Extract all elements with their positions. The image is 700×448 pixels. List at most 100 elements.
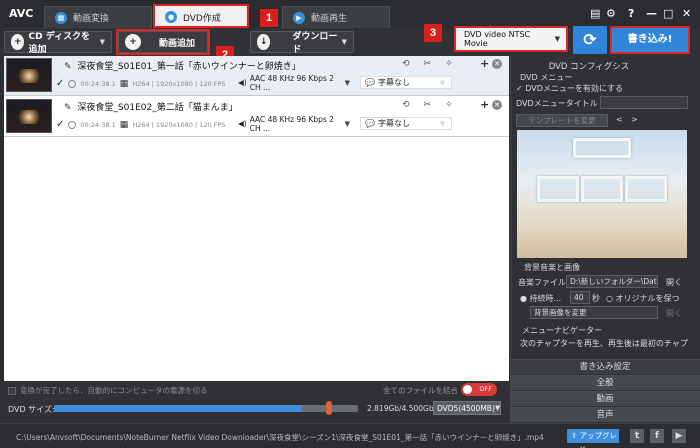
chevron-down-icon: ▼ xyxy=(439,119,445,128)
checkmark-icon: ✓ xyxy=(516,84,526,93)
chevron-down-icon: ▼ xyxy=(439,78,445,87)
pencil-icon[interactable]: ✎ xyxy=(64,103,72,113)
merge-toggle[interactable]: OFF xyxy=(461,383,497,396)
gear-icon[interactable]: ⚙ xyxy=(606,7,616,20)
help-icon[interactable]: ? xyxy=(628,7,634,20)
file-row[interactable]: ✎ 深夜食堂_S01E02_第二話「猫まんま」 ✓ 00:24:38.1 ▦ H… xyxy=(4,97,509,137)
burn-settings-header[interactable]: 書き込み設定 xyxy=(510,359,700,374)
speech-bubble-icon: 💬 xyxy=(365,78,375,87)
change-template-button[interactable]: テンプレートを変更 xyxy=(516,114,608,127)
download-button[interactable]: ↓ ダウンロード ▼ xyxy=(250,31,354,55)
speech-bubble-icon: 💬 xyxy=(365,119,375,128)
tab-convert[interactable]: ▦ 動画変換 xyxy=(44,6,152,28)
chevron-down-icon: ▼ xyxy=(99,38,105,46)
dvd-size-label: DVD サイズ: xyxy=(8,405,55,414)
audio-section[interactable]: 音声 xyxy=(510,407,700,422)
keep-original-option[interactable]: ○ オリジナルを保つ xyxy=(606,293,680,304)
chevron-down-icon: ▼ xyxy=(554,35,560,43)
enable-menu-option[interactable]: ✓ DVDメニューを有効にする xyxy=(516,83,623,94)
video-section[interactable]: 動画 xyxy=(510,391,700,406)
crop-icon[interactable]: ✂ xyxy=(424,59,446,69)
refresh-icon[interactable]: ⟳ xyxy=(573,26,607,54)
youtube-icon[interactable]: ▶ xyxy=(672,429,686,443)
close-icon[interactable]: ✕ xyxy=(682,7,691,20)
pencil-icon[interactable]: ✎ xyxy=(64,62,72,72)
subtitle-select[interactable]: 💬 字幕なし ▼ xyxy=(360,76,452,89)
rotate-icon[interactable]: ⟲ xyxy=(402,59,424,69)
add-chapter-icon[interactable]: + xyxy=(480,57,489,70)
file-title: 深夜食堂_S01E01_第一話「赤いウインナーと卵焼き」 xyxy=(77,62,301,72)
audio-track-select[interactable]: ◀) AAC 48 KHz 96 Kbps 2 CH ... ▼ xyxy=(238,115,356,133)
audio-track-select[interactable]: ◀) AAC 48 KHz 96 Kbps 2 CH ... ▼ xyxy=(238,74,356,92)
speaker-icon: ◀) xyxy=(238,119,247,128)
tab-play[interactable]: ▶ 動画再生 xyxy=(282,6,390,28)
schedule-icon[interactable]: ▤ xyxy=(590,7,600,20)
minimize-icon[interactable]: — xyxy=(646,7,657,20)
add-chapter-icon[interactable]: + xyxy=(480,98,489,111)
shutdown-checkbox[interactable] xyxy=(8,386,16,395)
checkbox-icon[interactable]: ✓ xyxy=(56,78,64,89)
preview-frame xyxy=(625,176,667,202)
twitter-icon[interactable]: t xyxy=(630,429,644,443)
facebook-icon[interactable]: f xyxy=(650,429,664,443)
add-cd-label: CD ディスクを追加 xyxy=(28,32,91,55)
subtitle-value: 字幕なし xyxy=(377,78,410,87)
checkbox-icon[interactable]: ✓ xyxy=(56,119,64,130)
radio-icon: ○ xyxy=(606,294,616,303)
file-duration: 00:24:38.1 xyxy=(80,79,116,88)
radio-selected-icon: ● xyxy=(520,294,530,303)
file-duration: 00:24:38.1 xyxy=(80,120,116,129)
dvd-size-marker xyxy=(326,401,333,415)
shutdown-option[interactable]: 変換が完了したら、自動的にコンピュータの電源を切る xyxy=(8,385,208,396)
output-profile-select[interactable]: DVD video NTSC Movie ▼ xyxy=(454,26,568,52)
dvd-size-fill xyxy=(54,405,302,412)
duration-option[interactable]: ● 持続時... xyxy=(520,293,561,304)
row-tools: ⟲✂✧ xyxy=(402,100,467,110)
file-video-info: H264 | 1920x1080 | 120 FPS xyxy=(132,120,226,129)
maximize-icon[interactable]: □ xyxy=(663,7,673,20)
change-bg-image-button[interactable]: 背景画像を変更 xyxy=(530,306,658,319)
output-path: C:\Users\Anvsoft\Documents\NoteBurner Ne… xyxy=(16,433,544,442)
seconds-label: 秒 xyxy=(592,294,600,303)
duration-label: 持続時... xyxy=(529,294,562,303)
file-list: ✎ 深夜食堂_S01E01_第一話「赤いウインナーと卵焼き」 ✓ 00:24:3… xyxy=(4,56,509,381)
general-section[interactable]: 全般 xyxy=(510,375,700,390)
menu-title-input[interactable] xyxy=(600,96,688,109)
upgrade-button[interactable]: ⇧ アップグレード xyxy=(567,429,619,448)
bg-image-open-button[interactable]: 開く xyxy=(666,308,682,319)
play-icon: ▶ xyxy=(293,11,305,24)
music-file-input[interactable]: D:\新しいフォルダー\Datz xyxy=(566,275,658,288)
music-open-button[interactable]: 開く xyxy=(666,277,682,288)
template-prev-button[interactable]: < xyxy=(616,115,623,124)
film-icon: ▦ xyxy=(55,11,67,24)
file-meta: ✓ 00:24:38.1 ▦ H264 | 1920x1080 | 120 FP… xyxy=(56,78,225,89)
download-icon: ↓ xyxy=(257,34,271,50)
effects-icon[interactable]: ✧ xyxy=(445,100,467,110)
rotate-icon[interactable]: ⟲ xyxy=(402,100,424,110)
preview-frame xyxy=(573,138,631,158)
menu-preview xyxy=(517,130,687,258)
file-row[interactable]: ✎ 深夜食堂_S01E01_第一話「赤いウインナーと卵焼き」 ✓ 00:24:3… xyxy=(4,56,509,96)
tab-play-label: 動画再生 xyxy=(311,14,348,24)
clock-icon xyxy=(68,79,77,88)
highlight-box-2 xyxy=(116,29,210,55)
remove-icon[interactable]: ✕ xyxy=(492,100,502,110)
file-title-wrap: ✎ 深夜食堂_S01E01_第一話「赤いウインナーと卵焼き」 xyxy=(64,59,301,72)
file-meta: ✓ 00:24:38.1 ▦ H264 | 1920x1080 | 120 FP… xyxy=(56,119,225,130)
shutdown-label: 変換が完了したら、自動的にコンピュータの電源を切る xyxy=(20,386,208,395)
add-cd-button[interactable]: + CD ディスクを追加 ▼ xyxy=(4,31,112,55)
file-title-wrap: ✎ 深夜食堂_S01E02_第二話「猫まんま」 xyxy=(64,100,238,113)
duration-input[interactable]: 40 xyxy=(570,291,590,304)
dvd-menu-label: DVD メニュー xyxy=(520,73,573,82)
effects-icon[interactable]: ✧ xyxy=(445,59,467,69)
download-label: ダウンロード xyxy=(292,32,338,55)
remove-icon[interactable]: ✕ xyxy=(492,59,502,69)
chevron-down-icon: ▼ xyxy=(344,78,350,87)
menu-navigator-text[interactable]: 次のチャプターを再生、再生後は最初のチャプ xyxy=(520,338,688,349)
subtitle-select[interactable]: 💬 字幕なし ▼ xyxy=(360,117,452,130)
dvd-type-select[interactable]: DVD5(4500MB) ▼ xyxy=(433,401,501,415)
crop-icon[interactable]: ✂ xyxy=(424,100,446,110)
template-next-button[interactable]: > xyxy=(631,115,638,124)
burn-button[interactable]: 書き込み! xyxy=(610,26,690,54)
subtitle-value: 字幕なし xyxy=(377,119,410,128)
